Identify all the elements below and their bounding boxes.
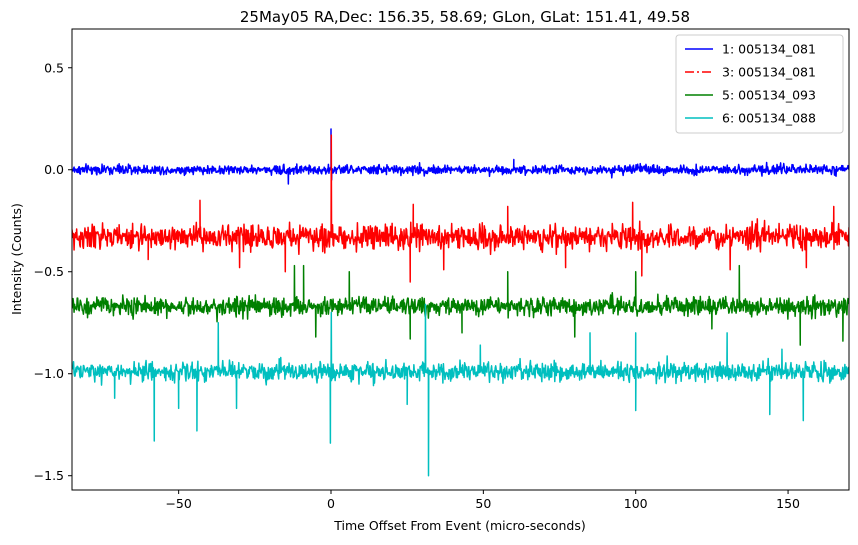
legend-label: 1: 005134_081 (722, 42, 816, 57)
y-tick-label: −1.0 (34, 366, 64, 381)
x-tick-label: −50 (165, 496, 191, 511)
x-tick-label: 100 (624, 496, 648, 511)
x-tick-label: 50 (475, 496, 491, 511)
y-tick-label: 0.5 (44, 60, 64, 75)
y-tick-label: −0.5 (34, 264, 64, 279)
x-axis-label: Time Offset From Event (micro-seconds) (333, 518, 585, 533)
legend-label: 6: 005134_088 (722, 111, 816, 126)
y-tick-label: −1.5 (34, 468, 64, 483)
series-line (72, 134, 849, 283)
series-layer (72, 128, 849, 477)
y-axis-label: Intensity (Counts) (9, 203, 24, 315)
legend-label: 5: 005134_093 (722, 88, 816, 103)
chart-title: 25May05 RA,Dec: 156.35, 58.69; GLon, GLa… (240, 8, 690, 26)
legend: 1: 005134_081 3: 005134_081 5: 005134_093 6… (675, 34, 844, 134)
chart: 25May05 RA,Dec: 156.35, 58.69; GLon, GLa… (9, 8, 850, 533)
x-tick-label: 150 (776, 496, 800, 511)
y-tick-label: 0.0 (44, 162, 64, 177)
x-tick-label: 0 (327, 496, 335, 511)
legend-label: 3: 005134_081 (722, 65, 816, 80)
x-axis: −50 0 50 100 150 (165, 490, 800, 511)
series-line (72, 264, 849, 346)
y-axis: 0.5 0.0 −0.5 −1.0 −1.5 (34, 60, 72, 483)
series-line (72, 303, 849, 477)
series-line (72, 128, 849, 185)
